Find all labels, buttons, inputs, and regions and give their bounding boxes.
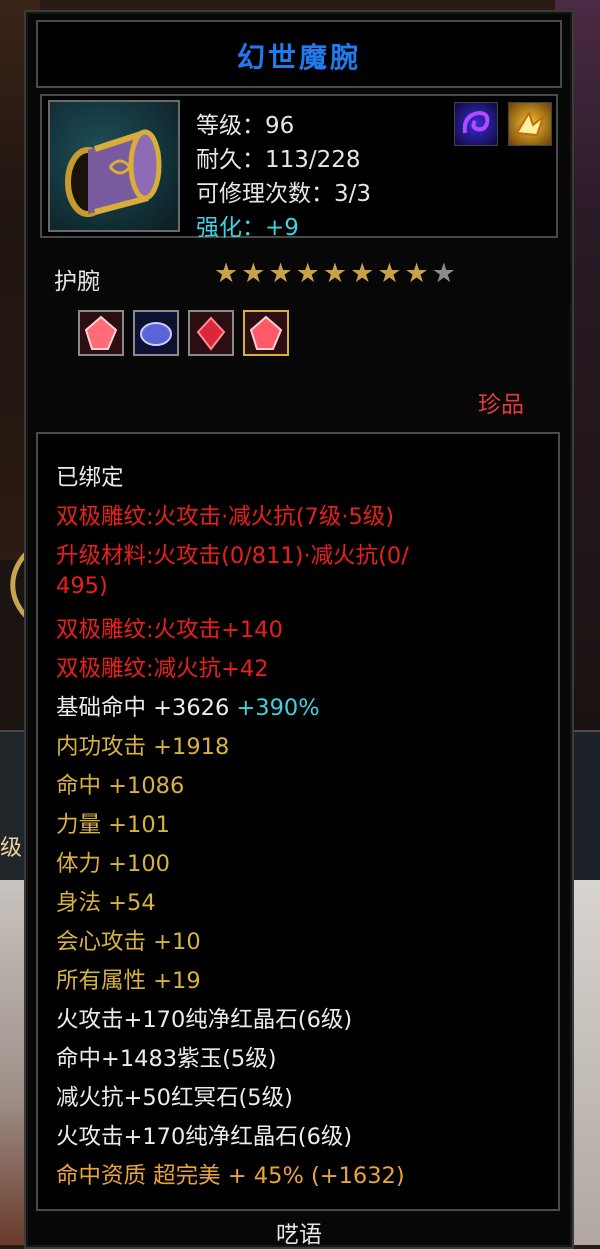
star-empty-icon: ★	[431, 258, 456, 289]
repair-row: 可修理次数：3/3	[196, 174, 371, 208]
attr-line-vitality: 体力 +100	[56, 851, 170, 877]
star-rating: ★ ★ ★ ★ ★ ★ ★ ★ ★	[214, 258, 459, 289]
attr-line-agility: 身法 +54	[56, 890, 156, 916]
red-crystal-gem-icon	[84, 315, 118, 350]
red-gem-icon	[196, 316, 226, 351]
base-hit-value: 基础命中 +3626	[56, 695, 230, 721]
blue-gem-icon	[140, 322, 172, 346]
enhance-value: +9	[265, 215, 299, 241]
red-crystal-gem-icon	[249, 315, 283, 350]
durability-label: 耐久：	[196, 147, 265, 173]
item-info-box: 等级：96 耐久：113/228 可修理次数：3/3 强化：+9	[40, 94, 558, 241]
gold-phoenix-icon	[508, 102, 552, 146]
attr-line-gem-4: 火攻击+170纯净红晶石(6级)	[56, 1124, 353, 1150]
level-row: 等级：96	[196, 106, 294, 140]
gem-slot-1	[78, 310, 124, 356]
item-title: 幻世魔腕	[236, 41, 361, 74]
gem-slot-3	[188, 310, 234, 356]
attr-line-gem-1: 火攻击+170纯净红晶石(6级)	[56, 1007, 353, 1033]
durability-row: 耐久：113/228	[196, 140, 361, 174]
rarity-label: 珍品	[478, 392, 524, 418]
star-filled-icon: ★	[404, 258, 429, 289]
attr-line-gem-3: 减火抗+50红冥石(5级)	[56, 1085, 293, 1111]
star-filled-icon: ★	[322, 258, 348, 289]
bound-status: 已绑定	[56, 465, 124, 491]
star-filled-icon: ★	[241, 258, 266, 289]
repair-label: 可修理次数：	[196, 181, 334, 207]
slot-type-label: 护腕	[54, 269, 100, 295]
enhance-row: 强化：+9	[196, 208, 299, 242]
star-filled-icon: ★	[295, 258, 320, 289]
attr-line-fire-resist: 双极雕纹:减火抗+42	[56, 656, 269, 682]
gem-slot-4	[243, 310, 289, 356]
bracer-item-icon	[48, 100, 180, 232]
repair-value: 3/3	[334, 181, 372, 207]
attr-line-crit-attack: 会心攻击 +10	[56, 929, 201, 955]
star-filled-icon: ★	[268, 258, 293, 289]
attr-line-gem-2: 命中+1483紫玉(5级)	[56, 1046, 277, 1072]
title-bar: 幻世魔腕	[36, 20, 562, 88]
star-filled-icon: ★	[377, 258, 402, 289]
durability-value: 113/228	[265, 147, 361, 173]
level-label: 等级：	[196, 113, 265, 139]
attr-line-fire-attack: 双极雕纹:火攻击+140	[56, 617, 283, 643]
attr-line-internal-attack: 内功攻击 +1918	[56, 734, 230, 760]
blue-spiral-icon	[454, 102, 498, 146]
attr-line-upgrade-material-cont: 495)	[56, 573, 108, 599]
attr-line-hit: 命中 +1086	[56, 773, 185, 799]
attr-line-base-hit: 基础命中 +3626 +390%	[56, 690, 320, 722]
attr-line-strength: 力量 +101	[56, 812, 170, 838]
gem-slot-2	[133, 310, 179, 356]
attr-line-all-attributes: 所有属性 +19	[56, 968, 201, 994]
item-footer-text: 呓语	[276, 1222, 322, 1248]
attr-line-upgrade-material: 升级材料:火攻击(0/811)·减火抗(0/	[56, 543, 409, 569]
level-value: 96	[265, 113, 295, 139]
base-hit-bonus: +390%	[236, 695, 320, 721]
attr-line-hit-quality: 命中资质 超完美 + 45% (+1632)	[56, 1163, 405, 1189]
enhance-label: 强化：	[196, 215, 265, 241]
star-filled-icon: ★	[350, 258, 375, 289]
item-tooltip: 幻世魔腕 等级：96 耐久：113/228 可修理次数：3/3 强化：+9 护腕…	[24, 10, 574, 1249]
attributes-box: 已绑定 双极雕纹:火攻击·减火抗(7级·5级) 升级材料:火攻击(0/811)·…	[36, 432, 560, 1211]
attr-line-engraving: 双极雕纹:火攻击·减火抗(7级·5级)	[56, 504, 395, 530]
star-filled-icon: ★	[214, 258, 239, 289]
